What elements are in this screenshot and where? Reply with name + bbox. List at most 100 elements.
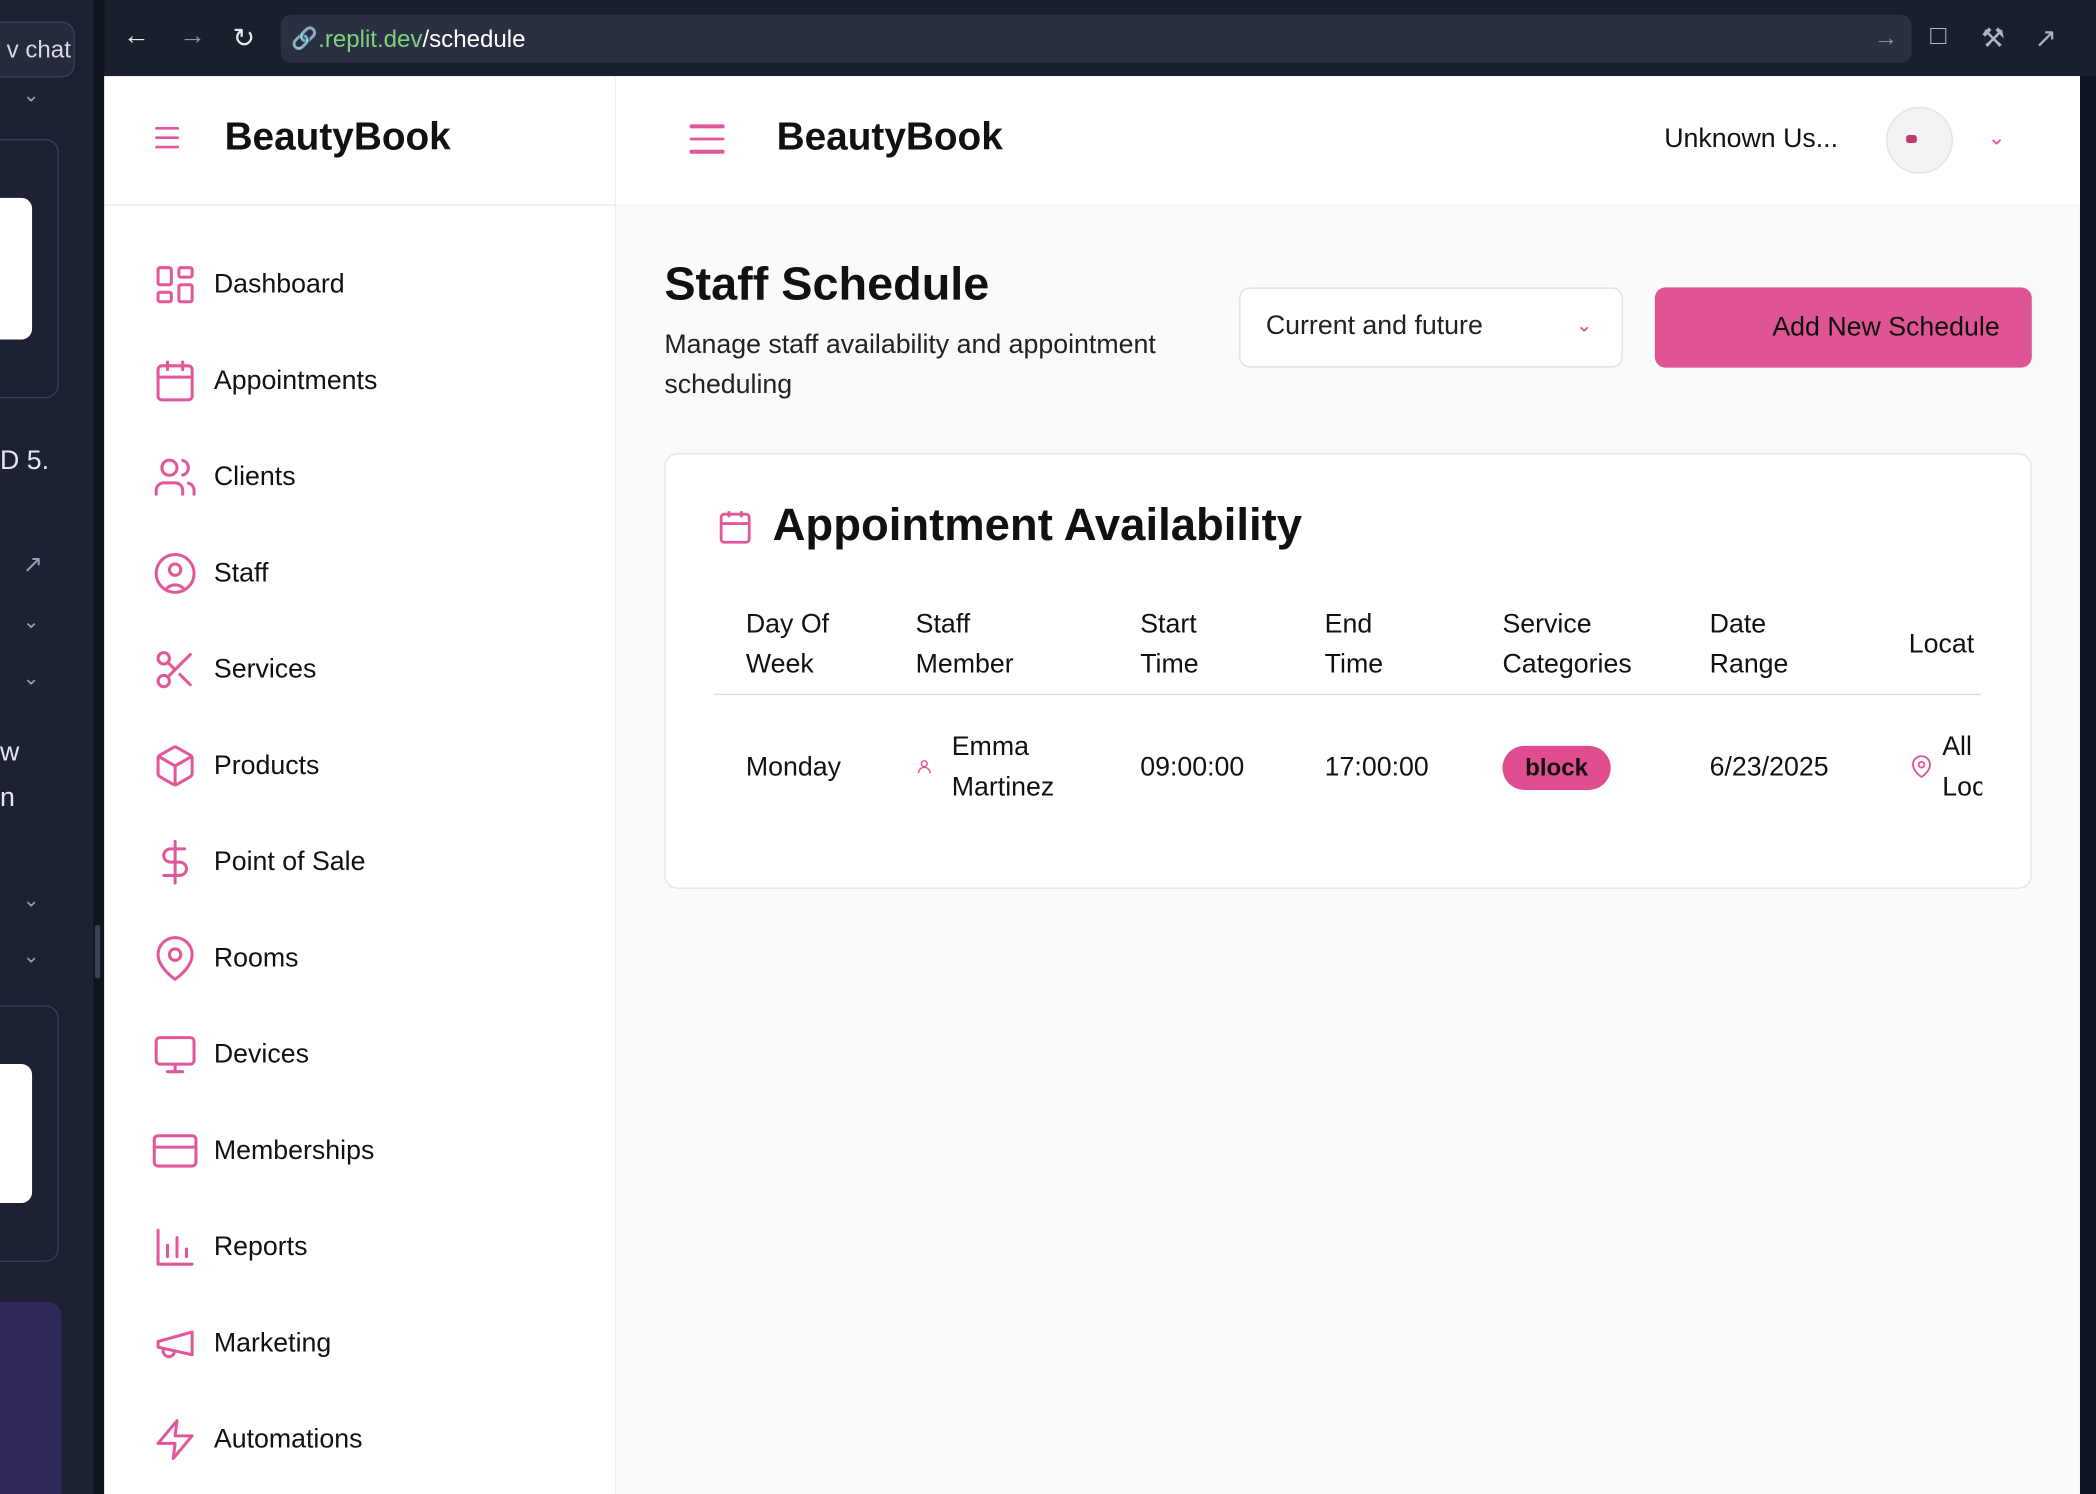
link-icon: 🔗: [291, 28, 319, 51]
sidebar-item-label: Dashboard: [213, 269, 345, 299]
availability-title: Appointment Availability: [772, 499, 1303, 551]
reload-icon[interactable]: ↻: [233, 21, 255, 54]
credit-card-icon: [152, 1134, 198, 1168]
column-header-staff: Staff Member: [915, 609, 1014, 680]
url-bar[interactable]: 🔗 .replit.dev/schedule →: [280, 14, 1912, 63]
forward-icon[interactable]: →: [179, 21, 206, 52]
sidebar-item-label: Products: [213, 750, 320, 780]
panel-text: n: [0, 783, 15, 813]
sidebar-item-clients[interactable]: Clients: [152, 444, 593, 511]
map-pin-icon: [156, 936, 194, 981]
zap-icon: [156, 1419, 194, 1461]
sidebar: BeautyBook Dashboard Appointments Client…: [104, 76, 617, 1494]
schedule-filter-select[interactable]: Current and future ⌄: [1239, 287, 1623, 368]
user-name[interactable]: Unknown Us...: [1664, 124, 1838, 155]
sidebar-item-marketing[interactable]: Marketing: [152, 1310, 593, 1377]
calendar-icon: [156, 360, 194, 402]
column-header-end: End Time: [1324, 609, 1384, 680]
url-text: .replit.dev/schedule: [318, 25, 526, 53]
sidebar-item-products[interactable]: Products: [152, 733, 593, 800]
sidebar-item-label: Memberships: [213, 1135, 375, 1165]
sidebar-brand: BeautyBook: [224, 116, 451, 160]
table-divider: [713, 693, 1981, 696]
chevron-down-icon: ⌄: [1576, 314, 1593, 336]
back-icon[interactable]: ←: [123, 21, 150, 52]
sidebar-item-label: Automations: [213, 1424, 363, 1454]
sidebar-item-devices[interactable]: Devices: [152, 1021, 593, 1088]
package-icon: [156, 745, 194, 787]
sidebar-header: BeautyBook: [104, 76, 617, 206]
resize-divider[interactable]: [93, 0, 105, 1494]
sidebar-item-automations[interactable]: Automations: [152, 1406, 593, 1473]
new-chat-button[interactable]: v chat: [0, 21, 75, 78]
monitor-icon[interactable]: □: [1930, 21, 1946, 52]
sidebar-item-dashboard[interactable]: Dashboard: [152, 251, 593, 318]
menu-icon[interactable]: [689, 124, 725, 162]
sidebar-item-label: Clients: [213, 461, 296, 492]
browser-toolbar: ← → ↻ 🔗 .replit.dev/schedule → □ ⚒ ↗: [104, 0, 2096, 77]
go-icon[interactable]: →: [1874, 24, 1898, 52]
column-header-location: Locat: [1908, 629, 1975, 659]
sidebar-item-point-of-sale[interactable]: Point of Sale: [152, 829, 593, 896]
sidebar-item-label: Point of Sale: [213, 846, 366, 877]
bar-chart-icon: [156, 1228, 194, 1266]
category-badge: block: [1502, 745, 1611, 790]
cell-start-time: 09:00:00: [1140, 752, 1245, 782]
main-content: BeautyBook Unknown Us... ⌄ Staff Schedul…: [616, 76, 2080, 1494]
sidebar-item-label: Rooms: [213, 943, 299, 973]
wrench-icon[interactable]: ⚒: [1981, 21, 2005, 54]
open-external-icon[interactable]: ↗: [23, 551, 43, 579]
page-title: Staff Schedule: [664, 257, 990, 311]
sidebar-item-label: Services: [213, 654, 317, 684]
sidebar-item-label: Reports: [213, 1231, 308, 1262]
chevron-down-icon[interactable]: ⌄: [23, 944, 40, 968]
left-panel: v chat ⌄ D 5. ↗ ⌄ ⌄ w n ⌄ ⌄: [0, 0, 94, 1494]
column-header-service: Service Categories: [1502, 609, 1632, 680]
sidebar-item-staff[interactable]: Staff: [152, 540, 593, 607]
chevron-down-icon[interactable]: ⌄: [1988, 124, 2006, 151]
megaphone-icon: [156, 1330, 194, 1359]
panel-text: D 5.: [0, 446, 50, 476]
map-pin-icon: [1912, 755, 1931, 778]
column-header-day: Day Of Week: [745, 609, 830, 680]
add-new-schedule-button[interactable]: Add New Schedule: [1654, 287, 2032, 368]
calendar-icon: [719, 511, 751, 544]
chevron-down-icon[interactable]: ⌄: [23, 888, 40, 912]
column-header-range: Date Range: [1709, 609, 1789, 680]
panel-text: w: [0, 737, 20, 768]
sidebar-item-services[interactable]: Services: [152, 636, 593, 703]
sidebar-item-reports[interactable]: Reports: [152, 1214, 593, 1281]
user-circle-icon: [154, 552, 196, 594]
cell-date-range: 6/23/2025: [1709, 752, 1829, 782]
sidebar-item-label: Devices: [213, 1039, 309, 1069]
header-brand: BeautyBook: [776, 116, 1003, 160]
users-icon: [154, 458, 196, 496]
cell-staff: Emma Martinez: [951, 732, 1055, 803]
chevron-down-icon[interactable]: ⌄: [23, 666, 40, 690]
panel-footer: [0, 1301, 62, 1494]
column-header-start: Start Time: [1140, 609, 1199, 680]
sidebar-item-memberships[interactable]: Memberships: [152, 1117, 593, 1184]
cell-end-time: 17:00:00: [1324, 752, 1429, 782]
chevron-down-icon[interactable]: ⌄: [23, 610, 40, 634]
chevron-down-icon[interactable]: ⌄: [23, 83, 40, 107]
monitor-icon: [154, 1036, 196, 1074]
panel-preview: [0, 197, 33, 340]
user-icon: [917, 760, 931, 774]
menu-icon[interactable]: [155, 126, 180, 155]
sidebar-item-label: Appointments: [213, 365, 378, 395]
scissors-icon: [156, 651, 192, 689]
sidebar-item-rooms[interactable]: Rooms: [152, 925, 593, 992]
availability-card: Appointment Availability Day Of Week Staf…: [664, 453, 2032, 889]
avatar[interactable]: [1886, 106, 1953, 174]
sidebar-item-appointments[interactable]: Appointments: [152, 348, 593, 415]
sidebar-item-label: Marketing: [213, 1328, 332, 1358]
dollar-icon: [162, 839, 188, 885]
open-new-window-icon[interactable]: ↗: [2034, 21, 2056, 54]
cell-day: Monday: [745, 752, 841, 782]
panel-preview: [0, 1064, 33, 1204]
top-header: BeautyBook Unknown Us... ⌄: [616, 76, 2080, 206]
resize-grip[interactable]: [94, 924, 101, 979]
app-window: BeautyBook Dashboard Appointments Client…: [104, 76, 2080, 1494]
page-subtitle: Manage staff availability and appointmen…: [664, 330, 1156, 400]
